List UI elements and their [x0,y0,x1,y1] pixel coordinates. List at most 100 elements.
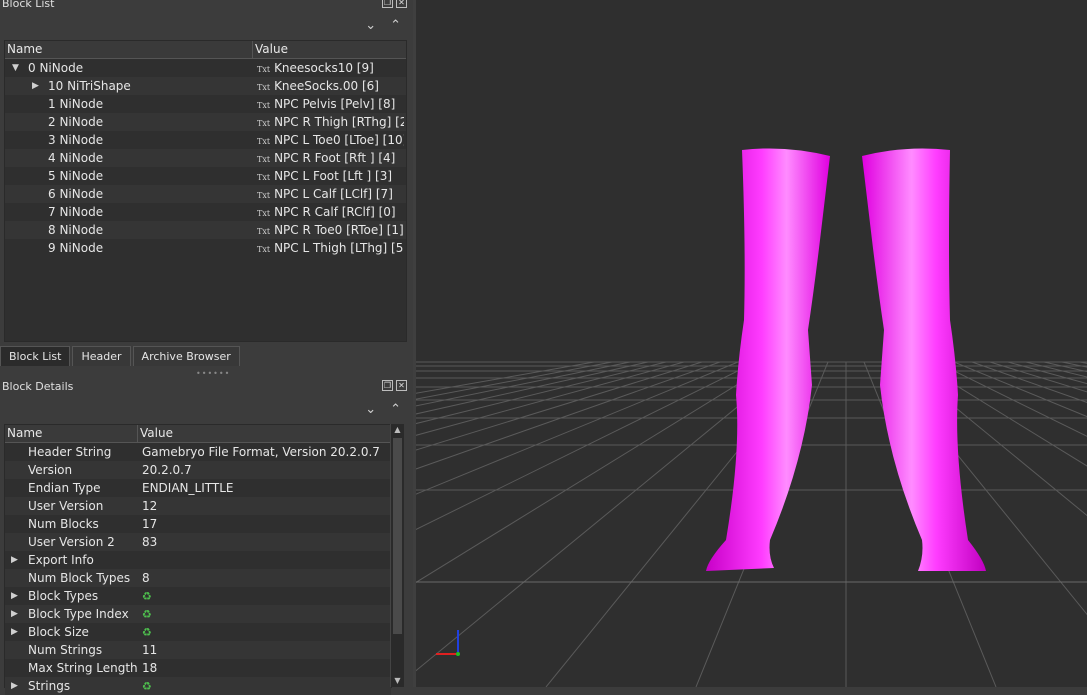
tab-header[interactable]: Header [72,346,131,366]
tree-row[interactable]: 1 NiNode Txt NPC Pelvis [Pelv] [8] [5,95,406,113]
block-details-header: Name Value [5,425,391,443]
tree-row[interactable]: 5 NiNode Txt NPC L Foot [Lft ] [3] [5,167,406,185]
detail-row[interactable]: Header String Gamebryo File Format, Versi… [5,443,391,461]
scroll-down-icon[interactable]: ▼ [391,675,404,687]
row-name-cell: 1 NiNode [5,95,253,113]
float-icon[interactable]: ❐ [382,380,393,391]
block-list-tree[interactable]: Name Value ▼ 0 NiNode Txt Kneesocks10 [9] ▶ 1… [4,40,407,342]
tree-row[interactable]: 3 NiNode Txt NPC L Toe0 [LToe] [10] [5,131,406,149]
refresh-arrows-icon: ♻ [142,590,152,603]
row-value-cell: Txt NPC R Thigh [RThg] [2] [253,113,404,131]
left-sock-mesh [706,148,830,571]
detail-row[interactable]: Version 20.2.0.7 [5,461,391,479]
row-value-cell: Txt NPC L Toe0 [LToe] [10] [253,131,404,149]
detail-value-cell: ♻ [138,623,391,641]
text-type-icon: Txt [257,65,271,74]
detail-value-cell: 12 [138,497,391,515]
detail-name-label: Block Types [28,589,99,603]
collapsed-arrow-icon[interactable]: ▶ [32,77,39,95]
detail-name-label: Num Strings [28,643,103,657]
collapsed-arrow-icon[interactable]: ▶ [11,551,18,569]
detail-row[interactable]: User Version 12 [5,497,391,515]
detail-value-cell [138,551,391,569]
row-value-label: NPC R Toe0 [RToe] [1] [274,223,404,237]
row-value-label: NPC L Toe0 [LToe] [10] [274,133,404,147]
expand-all-icon[interactable]: ⌄ [365,18,376,33]
scroll-thumb[interactable] [393,438,402,634]
row-value-cell: Txt NPC Pelvis [Pelv] [8] [253,95,404,113]
collapsed-arrow-icon[interactable]: ▶ [11,587,18,605]
value-column-header[interactable]: Value [138,425,391,442]
detail-row[interactable]: ▶ Block Size ♻ [5,623,391,641]
left-panel: Block List ❐ ✕ ⌄ ⌃ Name Value ▼ 0 NiNode T… [0,0,413,695]
row-name-cell: 8 NiNode [5,221,253,239]
details-scrollbar[interactable]: ▲ ▼ [390,424,404,687]
block-list-collapse-buttons: ⌄ ⌃ [365,18,401,33]
collapse-all-icon[interactable]: ⌃ [390,18,401,33]
detail-row[interactable]: User Version 2 83 [5,533,391,551]
row-name-label: 7 NiNode [48,205,104,219]
detail-row[interactable]: ▶ Strings ♻ [5,677,391,695]
detail-value-cell: ♻ [138,605,391,623]
row-value-cell: Txt Kneesocks10 [9] [253,59,404,77]
block-details-dock-buttons: ❐ ✕ [382,380,407,391]
detail-row[interactable]: Num Blocks 17 [5,515,391,533]
row-name-cell: 5 NiNode [5,167,253,185]
text-type-icon: Txt [257,209,271,218]
row-name-cell: 9 NiNode [5,239,253,257]
detail-value-label: 8 [142,571,150,585]
text-type-icon: Txt [257,137,271,146]
row-value-label: NPC R Foot [Rft ] [4] [274,151,396,165]
detail-row[interactable]: Num Strings 11 [5,641,391,659]
tree-row[interactable]: 8 NiNode Txt NPC R Toe0 [RToe] [1] [5,221,406,239]
detail-name-cell: Max String Length [5,659,138,677]
detail-name-cell: Num Blocks [5,515,138,533]
detail-value-label: 17 [142,517,158,531]
tree-row[interactable]: 6 NiNode Txt NPC L Calf [LClf] [7] [5,185,406,203]
text-type-icon: Txt [257,155,271,164]
scroll-up-icon[interactable]: ▲ [391,424,404,436]
tree-row[interactable]: 4 NiNode Txt NPC R Foot [Rft ] [4] [5,149,406,167]
block-details-collapse-buttons: ⌄ ⌃ [365,402,401,417]
collapse-all-icon[interactable]: ⌃ [390,402,401,417]
collapsed-arrow-icon[interactable]: ▶ [11,677,18,695]
name-column-header[interactable]: Name [5,41,253,58]
3d-viewport[interactable] [416,0,1087,687]
row-value-cell: Txt NPC R Toe0 [RToe] [1] [253,221,404,239]
block-list-title: Block List [2,0,55,10]
tree-row[interactable]: ▶ 10 NiTriShape Txt KneeSocks.00 [6] [5,77,406,95]
tab-block-list[interactable]: Block List [0,346,71,366]
detail-row[interactable]: Endian Type ENDIAN_LITTLE [5,479,391,497]
detail-row[interactable]: ▶ Block Types ♻ [5,587,391,605]
tab-archive-browser[interactable]: Archive Browser [132,346,240,366]
splitter-handle[interactable]: •••••• [196,369,230,378]
detail-row[interactable]: Max String Length 18 [5,659,391,677]
row-value-label: NPC Pelvis [Pelv] [8] [274,97,396,111]
detail-row[interactable]: ▶ Export Info [5,551,391,569]
collapsed-arrow-icon[interactable]: ▶ [11,623,18,641]
close-icon[interactable]: ✕ [396,380,407,391]
expanded-arrow-icon[interactable]: ▼ [12,59,19,77]
collapsed-arrow-icon[interactable]: ▶ [11,605,18,623]
detail-name-cell: ▶ Block Types [5,587,138,605]
row-name-label: 9 NiNode [48,241,104,255]
tree-row[interactable]: 7 NiNode Txt NPC R Calf [RClf] [0] [5,203,406,221]
tree-row[interactable]: 9 NiNode Txt NPC L Thigh [LThg] [5] [5,239,406,257]
tree-row[interactable]: 2 NiNode Txt NPC R Thigh [RThg] [2] [5,113,406,131]
close-icon[interactable]: ✕ [396,0,407,8]
detail-row[interactable]: ▶ Block Type Index ♻ [5,605,391,623]
expand-all-icon[interactable]: ⌄ [365,402,376,417]
value-column-header[interactable]: Value [253,41,404,58]
block-details-tree[interactable]: Name Value Header String Gamebryo File Fo… [4,424,392,695]
row-value-cell: Txt NPC R Foot [Rft ] [4] [253,149,404,167]
float-icon[interactable]: ❐ [382,0,393,8]
detail-value-cell: 11 [138,641,391,659]
detail-name-cell: Num Strings [5,641,138,659]
detail-value-cell: 20.2.0.7 [138,461,391,479]
detail-value-cell: 8 [138,569,391,587]
tree-row[interactable]: ▼ 0 NiNode Txt Kneesocks10 [9] [5,59,406,77]
detail-row[interactable]: Num Block Types 8 [5,569,391,587]
detail-name-label: User Version [28,499,104,513]
row-name-label: 6 NiNode [48,187,104,201]
name-column-header[interactable]: Name [5,425,138,442]
